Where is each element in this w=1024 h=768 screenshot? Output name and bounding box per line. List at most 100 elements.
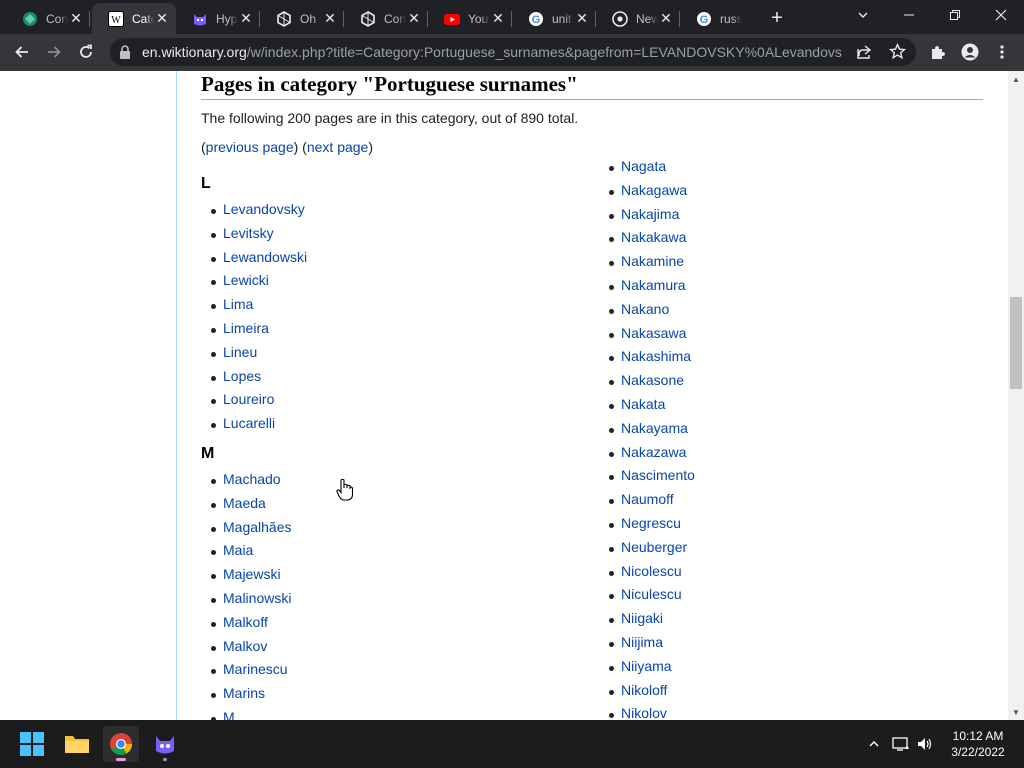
surname-link[interactable]: Nikolov [621,705,667,720]
surname-link[interactable]: Lopes [223,368,261,384]
tab-3[interactable]: Hyp ✕ [176,3,260,34]
speaker-icon [918,738,932,750]
system-clock[interactable]: 10:12 AM 3/22/2022 [940,728,1016,760]
surname-link[interactable]: Limeira [223,320,269,336]
tab-9[interactable]: G russia va ✕ [680,3,764,34]
surname-link[interactable]: Nakagawa [621,182,687,198]
surname-link[interactable]: Malinowski [223,590,291,606]
scrollbar-thumb[interactable] [1010,297,1022,389]
surname-link[interactable]: Nakata [621,396,665,412]
minimize-button[interactable] [886,0,932,30]
list-item: Niculescu [599,586,979,610]
back-button[interactable] [8,38,36,66]
surname-link[interactable]: Lucarelli [223,415,275,431]
chrome-icon [612,10,628,27]
surname-link[interactable]: Nakasone [621,372,684,388]
surname-link[interactable]: Levandovsky [223,201,305,217]
surname-link[interactable]: Nicolescu [621,563,682,579]
close-icon[interactable]: ✕ [574,10,590,27]
reload-button[interactable] [72,38,100,66]
surname-link[interactable]: Nascimento [621,467,695,483]
tab-4[interactable]: Oh ✕ [260,3,344,34]
surname-link[interactable]: Maeda [223,495,266,511]
profile-button[interactable] [956,38,984,66]
surname-link[interactable]: Nakasawa [621,325,686,341]
surname-link[interactable]: Machado [223,471,281,487]
surname-link[interactable]: Niiyama [621,658,672,674]
surname-link[interactable]: Lewandowski [223,249,307,265]
purple-cat-icon [192,11,208,27]
surname-link[interactable]: Nakazawa [621,444,686,460]
address-bar[interactable]: en.wiktionary.org/w/index.php?title=Cate… [110,38,916,66]
previous-page-link[interactable]: previous page [206,139,294,155]
surname-link[interactable]: Niigaki [621,610,663,626]
surname-link[interactable]: Nakano [621,301,669,317]
forward-button[interactable] [40,38,68,66]
surname-link[interactable]: Neuberger [621,539,687,555]
surname-link[interactable]: Majewski [223,566,281,582]
tab-6[interactable]: You ✕ [428,3,512,34]
surname-link[interactable]: Levitsky [223,225,274,241]
tab-1[interactable]: Con ✕ [6,3,90,34]
share-icon[interactable] [856,44,872,65]
surname-link[interactable]: Lineu [223,344,257,360]
tab-7[interactable]: G unit ✕ [512,3,596,34]
bookmark-star-icon[interactable] [888,42,907,65]
tab-2-active[interactable]: W Cate ✕ [92,3,176,34]
file-explorer-button[interactable] [59,726,95,762]
surname-link[interactable]: Naumoff [621,491,674,507]
chrome-menu-button[interactable] [988,38,1016,66]
surname-link[interactable]: Nagata [621,158,666,174]
lock-icon[interactable] [118,44,132,65]
url-text[interactable]: en.wiktionary.org/w/index.php?title=Cate… [142,44,842,60]
close-icon[interactable]: ✕ [658,10,674,27]
surname-link[interactable]: Nakajima [621,206,679,222]
list-item: Nakamura [599,277,979,301]
url-path: /w/index.php?title=Category:Portuguese_s… [246,44,842,60]
tray-overflow-button[interactable] [864,720,884,768]
surname-link[interactable]: Marins [223,685,265,701]
chrome-taskbar-button[interactable] [103,726,139,762]
surname-link[interactable]: Magalhães [223,519,292,535]
list-item: Nakajima [599,206,979,230]
close-icon[interactable]: ✕ [406,10,422,27]
close-icon[interactable]: ✕ [322,10,338,27]
surname-link[interactable]: Malkov [223,638,267,654]
surname-link[interactable]: Nikoloff [621,682,667,698]
surname-link[interactable]: Nakamine [621,253,684,269]
close-icon[interactable]: ✕ [490,10,506,27]
surname-link[interactable]: Nakashima [621,348,691,364]
new-tab-button[interactable]: + [764,5,790,31]
surname-link[interactable]: M [223,709,235,720]
restore-button[interactable] [932,0,978,30]
volume-button[interactable] [914,720,936,768]
surname-link[interactable]: Marinescu [223,661,288,677]
purple-app-button[interactable] [147,726,183,762]
network-button[interactable] [890,720,912,768]
surname-link[interactable]: Nakakawa [621,229,686,245]
surname-link[interactable]: Lewicki [223,272,269,288]
surname-link[interactable]: Niijima [621,634,663,650]
close-icon[interactable]: ✕ [68,10,84,27]
tab-8[interactable]: New ✕ [596,3,680,34]
close-icon[interactable]: ✕ [154,10,170,27]
start-button[interactable] [14,726,50,762]
scroll-down-arrow-icon[interactable]: ▼ [1008,704,1024,720]
surname-link[interactable]: Lima [223,296,253,312]
surname-link[interactable]: Loureiro [223,391,274,407]
surname-link[interactable]: Nakamura [621,277,686,293]
surname-link[interactable]: Malkoff [223,614,268,630]
vertical-scrollbar[interactable]: ▲ ▼ [1008,71,1024,720]
tab-search-button[interactable] [840,0,886,30]
surname-link[interactable]: Nakayama [621,420,688,436]
surname-link[interactable]: Niculescu [621,586,682,602]
surname-link[interactable]: Negrescu [621,515,681,531]
extensions-button[interactable] [924,38,952,66]
surname-link[interactable]: Maia [223,542,253,558]
next-page-link[interactable]: next page [307,139,369,155]
close-window-button[interactable] [978,0,1024,30]
scroll-up-arrow-icon[interactable]: ▲ [1008,71,1024,87]
tab-5[interactable]: Con ✕ [344,3,428,34]
tab-title: Con [46,11,68,26]
close-icon[interactable]: ✕ [238,10,254,27]
